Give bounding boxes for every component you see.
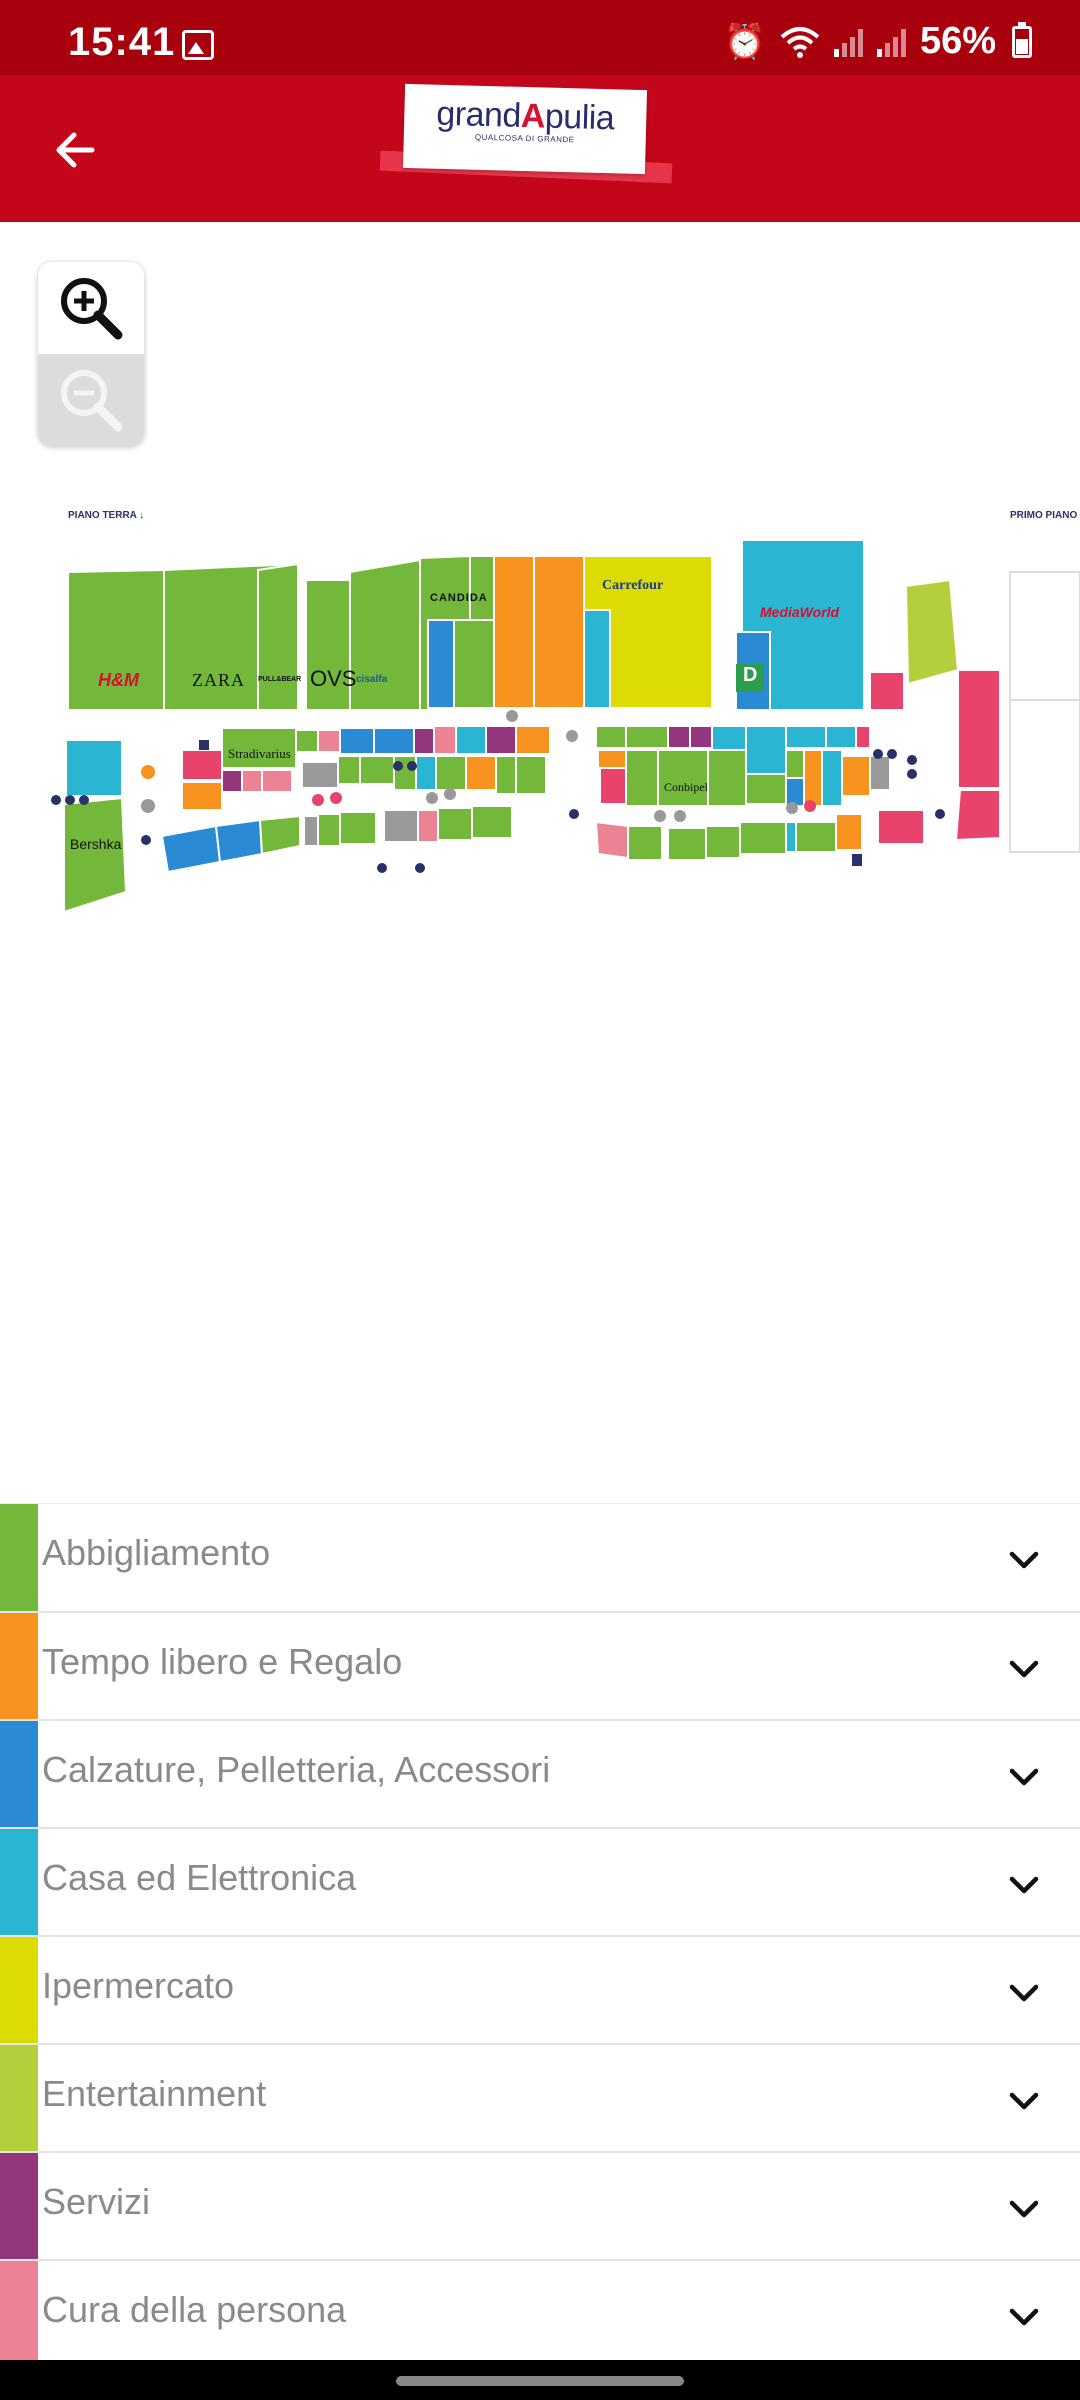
app-bar: grandApulia QUALCOSA DI GRANDE [0,75,1080,222]
arrow-left-icon [56,132,95,168]
chevron-down-icon[interactable] [1004,2081,1044,2121]
image-icon [182,30,214,60]
category-color-swatch [0,1937,38,2043]
category-list: Abbigliamento Tempo libero e Regalo Calz… [0,1503,1080,2367]
category-label: Calzature, Pelletteria, Accessori [42,1749,551,1790]
category-color-swatch [0,2261,38,2367]
status-time: 15:41 [68,20,176,64]
zoom-in-button[interactable] [38,262,144,354]
category-ipermercato[interactable]: Ipermercato [0,1935,1080,2043]
category-color-swatch [0,2045,38,2151]
category-label: Abbigliamento [42,1532,271,1573]
mall-map[interactable]: PIANO TERRA ↓ PRIMO PIANO H&M ZARA PULL&… [0,500,1080,940]
brand-hm: H&M [98,670,139,690]
battery-percent: 56% [919,20,996,62]
zoom-out-icon [61,370,123,432]
brand-zara: ZARA [192,670,245,690]
chevron-down-icon[interactable] [1004,2189,1044,2229]
brand-candida: CANDIDA [430,592,488,604]
category-label: Servizi [42,2181,151,2222]
grandapulia-logo: grandApulia QUALCOSA DI GRANDE [379,83,675,209]
battery-icon [1012,21,1032,58]
category-color-swatch [0,2153,38,2259]
chevron-down-icon[interactable] [1004,1649,1044,1689]
brand-bershka: Bershka [70,836,122,852]
category-color-swatch [0,1829,38,1935]
logo-prefix: grand [435,94,522,135]
brand-ovs: OVS [310,666,357,691]
category-label: Ipermercato [42,1965,235,2006]
category-color-swatch [0,1721,38,1827]
category-label: Casa ed Elettronica [42,1857,357,1898]
logo-card: grandApulia QUALCOSA DI GRANDE [402,83,648,175]
brand-conbipel: Conbipel [664,780,708,794]
category-calzature[interactable]: Calzature, Pelletteria, Accessori [0,1719,1080,1827]
category-label: Tempo libero e Regalo [42,1641,403,1682]
chevron-down-icon[interactable] [1004,1865,1044,1905]
status-bar: 15:41 ⏰ 56% [0,0,1080,75]
wifi-icon [780,26,820,58]
system-nav-bar [0,2360,1080,2400]
logo-suffix: pulia [544,97,615,138]
category-cura-persona[interactable]: Cura della persona [0,2259,1080,2367]
screen: 15:41 ⏰ 56% grandApulia QUALCOSA DI GRAN… [0,0,1080,2400]
logo-wordmark: grandApulia [404,84,647,139]
brand-cisalfa: cisalfa [356,674,388,685]
brand-carrefour: Carrefour [602,578,664,593]
category-color-swatch [0,1504,38,1611]
category-servizi[interactable]: Servizi [0,2151,1080,2259]
category-abbigliamento[interactable]: Abbigliamento [0,1503,1080,1611]
brand-pullbear: PULL&BEAR [258,676,302,683]
zoom-controls [38,262,144,446]
category-casa-elettronica[interactable]: Casa ed Elettronica [0,1827,1080,1935]
signal-icon [876,27,906,57]
status-icons: ⏰ 56% [724,20,1032,63]
category-color-swatch [0,1613,38,1719]
chevron-down-icon[interactable] [1004,1540,1044,1580]
chevron-down-icon[interactable] [1004,1973,1044,2013]
signal-icon [833,27,863,57]
brand-mediaworld: MediaWorld [760,604,840,620]
alarm-icon: ⏰ [723,22,766,61]
back-button[interactable] [40,115,110,185]
chevron-down-icon[interactable] [1004,1757,1044,1797]
logo-accent: A [520,96,546,136]
zoom-out-button[interactable] [38,354,144,446]
map-drawing [51,539,1080,914]
category-label: Entertainment [42,2073,267,2114]
home-gesture-pill[interactable] [396,2376,684,2386]
brand-stradivarius: Stradivarius [228,746,291,761]
zoom-in-icon [61,278,123,340]
chevron-down-icon[interactable] [1004,2297,1044,2337]
category-tempo-libero[interactable]: Tempo libero e Regalo [0,1611,1080,1719]
category-label: Cura della persona [42,2289,347,2330]
category-entertainment[interactable]: Entertainment [0,2043,1080,2151]
brand-decathlon: D [743,664,758,686]
